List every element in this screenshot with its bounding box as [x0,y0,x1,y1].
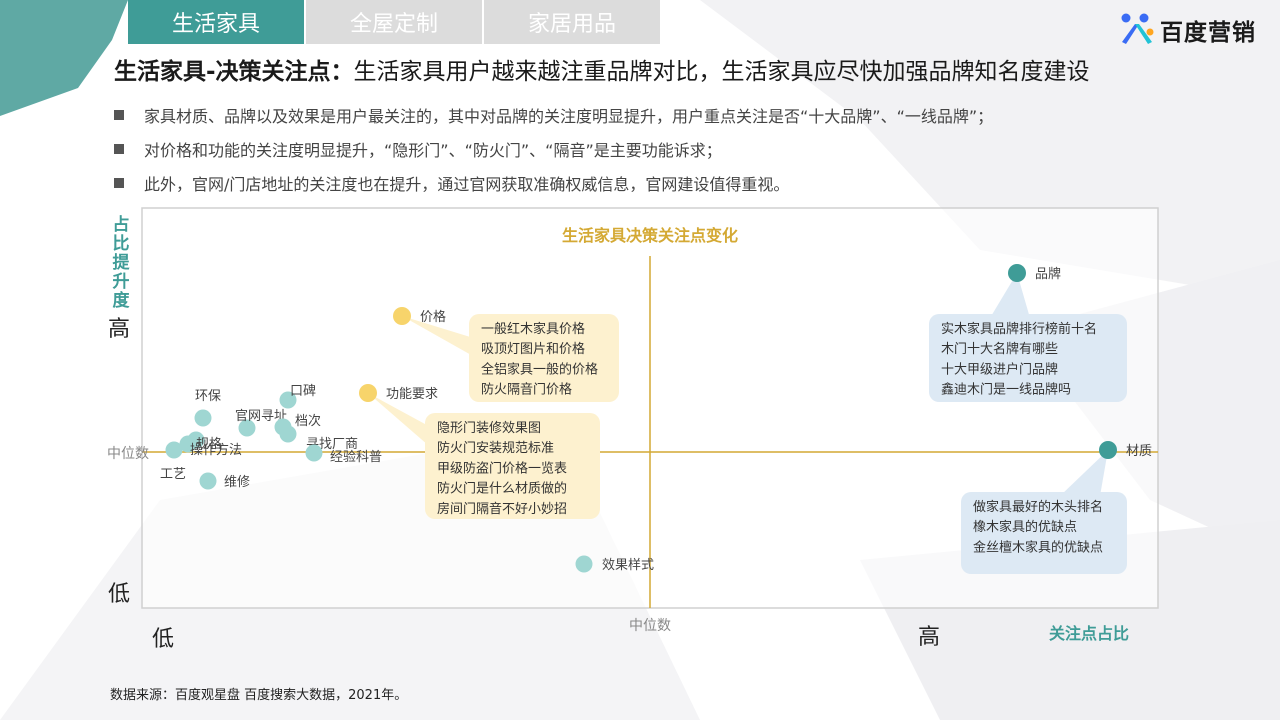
data-point [1099,441,1117,459]
callout-line: 防火门是什么材质做的 [437,481,567,497]
data-point-label: 工艺 [160,467,186,482]
y-median-label: 中位数 [107,446,149,462]
y-axis-title-char: 比 [113,233,130,254]
callout-line: 房间门隔音不好小妙招 [437,501,567,517]
data-point [575,555,593,573]
callout-line: 防火门安装规范标准 [437,440,554,456]
y-axis-title: 占比提升度 [113,214,131,311]
data-point-label: 维修 [224,475,250,490]
y-axis-title-char: 度 [113,290,131,311]
x-axis-title: 关注点占比 [1049,624,1129,643]
data-point [194,409,212,427]
data-point [279,425,297,443]
callout-line: 十大甲级进户门品牌 [941,361,1058,377]
data-point-label: 经验科普 [330,449,382,465]
data-point-label: 档次 [295,413,321,429]
data-point [165,441,183,459]
callout-line: 橡木家具的优缺点 [973,519,1077,535]
data-point [393,307,411,325]
callout-line: 金丝檀木家具的优缺点 [973,539,1103,555]
callout-line: 鑫迪木门是一线品牌吗 [941,382,1071,398]
callout-line: 甲级防盗门价格一览表 [437,460,567,476]
data-point [199,472,217,490]
callout-line: 木门十大名牌有哪些 [941,341,1058,357]
y-axis-title-char: 提 [113,253,131,273]
data-point [1008,264,1026,282]
data-point [305,444,323,462]
data-point-label: 功能要求 [386,387,438,402]
decision-focus-chart: 生活家具决策关注点变化 中位数 中位数 高 低 低 高 关注点占比 占比提升度 … [107,207,1159,652]
data-point-label: 价格 [420,309,446,325]
callout-line: 隐形门装修效果图 [437,421,541,436]
x-high-label: 高 [918,625,940,650]
data-point-label: 操作方法 [190,442,242,458]
x-median-label: 中位数 [629,618,671,634]
callout-line: 实木家具品牌排行榜前十名 [941,321,1097,337]
y-high-label: 高 [108,317,130,342]
chart-title: 生活家具决策关注点变化 [562,226,738,245]
data-point-label: 材质 [1126,444,1152,459]
y-axis-title-char: 占 [113,214,130,235]
y-axis-title-char: 升 [113,272,130,292]
callout-line: 防火隔音门价格 [481,382,572,398]
callout-line: 做家具最好的木头排名 [973,499,1103,515]
x-low-label: 低 [152,627,174,652]
callout-line: 一般红木家具价格 [481,321,585,337]
data-point-label: 口碑 [290,383,316,399]
data-point-label: 品牌 [1035,266,1061,282]
y-low-label: 低 [108,582,130,607]
callout-line: 吸顶灯图片和价格 [481,341,585,357]
data-point [359,384,377,402]
callout-line: 全铝家具一般的价格 [481,361,598,377]
data-point-label: 效果样式 [602,558,654,573]
data-point-label: 环保 [195,389,221,404]
data-source-note: 数据来源：百度观星盘 百度搜索大数据，2021年。 [110,688,408,703]
